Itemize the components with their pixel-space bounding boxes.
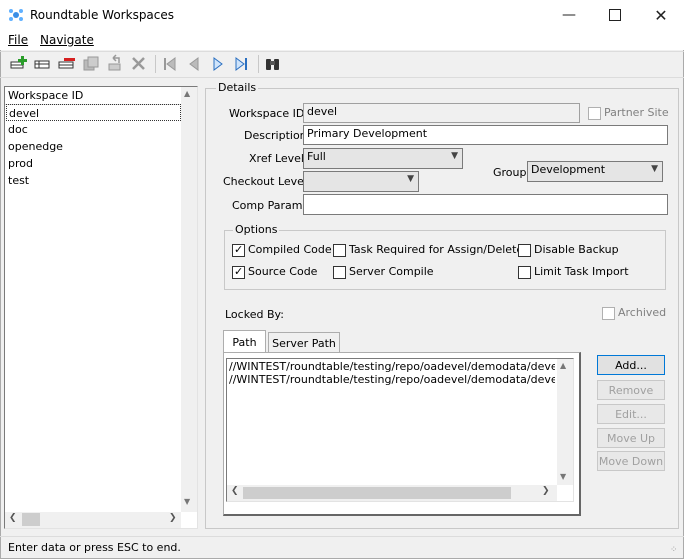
checkout-level-label: Checkout Level: [223,175,311,188]
xref-level-value: Full [307,150,326,163]
maximize-button[interactable] [592,0,638,30]
chevron-down-icon: ▼ [407,174,414,184]
server-compile-checkbox[interactable] [333,266,346,279]
archived-label: Archived [618,306,667,319]
xref-level-dropdown[interactable]: Full ▼ [303,148,463,169]
scroll-down-icon[interactable]: ▼ [560,472,566,481]
last-record-icon[interactable] [232,54,252,74]
remove-path-button[interactable]: Remove [597,380,665,400]
edit-workspace-icon[interactable] [33,54,53,74]
next-record-icon[interactable] [208,54,228,74]
server-compile-label: Server Compile [349,265,434,278]
resize-grip-icon[interactable]: ⁘ [670,545,678,555]
description-label: Description: [244,129,311,142]
path-item[interactable]: //WINTEST/roundtable/testing/repo/oadeve… [229,373,555,386]
move-down-button[interactable]: Move Down [597,451,665,471]
comp-params-label: Comp Params: [232,199,312,212]
scroll-down-icon[interactable]: ▼ [184,497,190,506]
source-code-checkbox[interactable] [232,265,245,279]
comp-params-field[interactable] [303,194,668,215]
group-value: Development [531,163,606,176]
add-workspace-icon[interactable] [9,54,29,74]
close-button[interactable]: ✕ [638,0,684,30]
menu-navigate[interactable]: Navigate [40,33,94,47]
path-vertical-scrollbar[interactable] [557,359,573,485]
partner-site-checkbox [588,107,601,120]
list-item[interactable]: devel [6,104,181,121]
tab-server-path[interactable]: Server Path [268,332,340,353]
chevron-down-icon: ▼ [651,164,658,174]
status-text: Enter data or press ESC to end. [8,541,181,554]
description-field[interactable]: Primary Development [303,125,668,145]
group-label: Group: [493,166,531,179]
workspace-id-label: Workspace ID: [229,107,309,120]
add-path-button[interactable]: Add... [597,355,665,375]
list-item[interactable]: test [6,172,29,189]
window-title: Roundtable Workspaces [30,8,175,22]
partner-site-label: Partner Site [604,106,669,119]
disable-backup-checkbox[interactable] [518,244,531,257]
toolbar-separator [155,55,156,73]
workspace-id-field: devel [303,103,580,123]
list-item[interactable]: openedge [6,138,63,155]
locked-by-label: Locked By: [225,308,284,321]
maximize-icon [609,9,621,21]
minimize-button[interactable]: — [546,0,592,30]
limit-task-import-checkbox[interactable] [518,266,531,279]
list-item[interactable]: doc [6,121,28,138]
group-dropdown[interactable]: Development ▼ [527,161,663,182]
checkout-level-dropdown[interactable]: ▼ [303,171,419,192]
path-item[interactable]: //WINTEST/roundtable/testing/repo/oadeve… [229,360,555,373]
xref-level-label: Xref Level: [249,152,308,165]
horizontal-scroll-thumb[interactable] [22,513,40,526]
options-group-title: Options [233,223,280,236]
copy-icon [81,54,101,74]
source-code-label: Source Code [248,265,318,278]
cancel-icon [129,54,149,74]
scroll-up-icon[interactable]: ▲ [560,361,566,370]
chevron-down-icon: ▼ [451,151,458,161]
list-item[interactable]: prod [6,155,33,172]
task-required-label: Task Required for Assign/Delete [349,243,524,256]
task-required-checkbox[interactable] [333,244,346,257]
tab-path[interactable]: Path [223,330,266,353]
scroll-right-icon[interactable]: ❯ [542,486,550,496]
close-icon: ✕ [654,5,668,25]
toolbar [0,51,684,78]
compiled-code-label: Compiled Code [248,243,332,256]
archived-checkbox [602,307,615,320]
first-record-icon [160,54,180,74]
app-logo-icon [8,7,24,23]
delete-workspace-icon[interactable] [57,54,77,74]
find-icon[interactable] [263,54,283,74]
details-group-title: Details [216,81,259,94]
scroll-up-icon[interactable]: ▲ [184,89,190,98]
toolbar-separator [258,55,259,73]
list-header: Workspace ID [8,89,84,102]
horizontal-scroll-thumb[interactable] [243,487,511,499]
disable-backup-label: Disable Backup [534,243,619,256]
menu-file[interactable]: File [8,33,28,47]
undo-icon [105,54,125,74]
scroll-left-icon[interactable]: ❮ [231,486,239,496]
limit-task-import-label: Limit Task Import [534,265,629,278]
path-list-content: //WINTEST/roundtable/testing/repo/oadeve… [229,360,555,386]
options-group [224,230,666,290]
minimize-icon: — [562,7,576,23]
scroll-right-icon[interactable]: ❯ [169,513,177,523]
scroll-left-icon[interactable]: ❮ [9,513,17,523]
previous-record-icon [184,54,204,74]
list-vertical-scrollbar[interactable] [181,87,197,512]
move-up-button[interactable]: Move Up [597,428,665,448]
edit-path-button[interactable]: Edit... [597,404,665,424]
compiled-code-checkbox[interactable] [232,243,245,257]
menu-bar [0,30,684,50]
